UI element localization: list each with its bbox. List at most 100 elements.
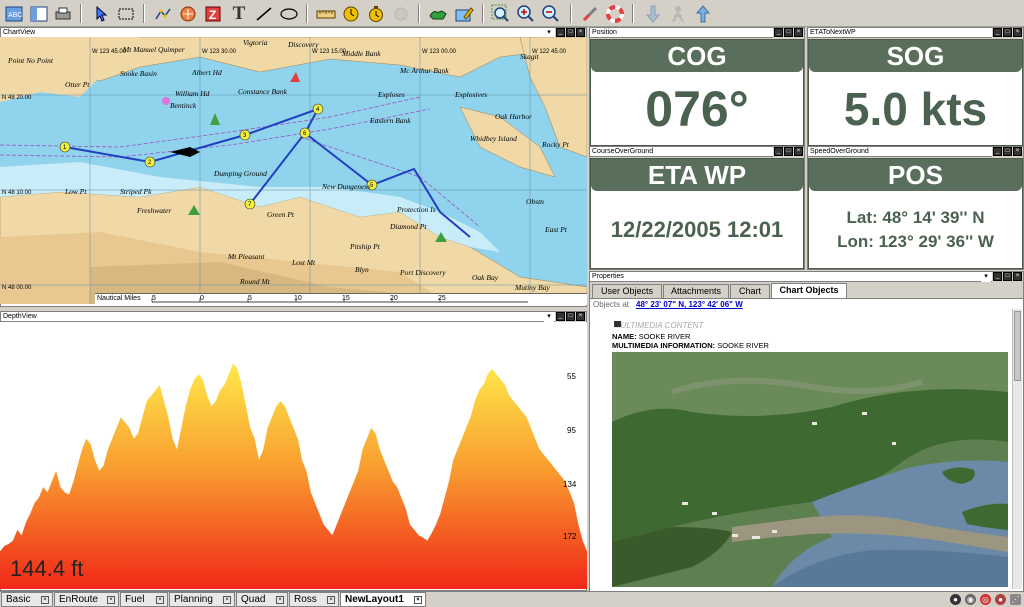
layout-tab-ross[interactable]: Ross × (289, 592, 339, 607)
scale-tick: 15 (342, 295, 350, 302)
layout-tab-fuel[interactable]: Fuel × (120, 592, 168, 607)
layout-tab-enroute[interactable]: EnRoute × (54, 592, 119, 607)
pointer-icon[interactable] (90, 3, 112, 25)
line-icon[interactable] (253, 3, 275, 25)
close-icon[interactable]: × (414, 596, 422, 604)
minimize-icon[interactable]: _ (774, 28, 783, 37)
main-toolbar: ABC Z T (0, 0, 1024, 27)
sooke-river-photo (612, 352, 1008, 587)
svg-text:Mt Manuel Quimper: Mt Manuel Quimper (122, 45, 185, 54)
alarm-icon[interactable]: ◎ (980, 594, 991, 605)
maximize-icon[interactable]: □ (1003, 272, 1012, 281)
tab-attachments[interactable]: Attachments (663, 284, 729, 298)
name-label: NAME: (612, 332, 637, 341)
eta-value: 12/22/2005 12:01 (610, 216, 784, 242)
svg-text:Eastern Bank: Eastern Bank (369, 116, 411, 125)
panel-controls: _ □ × (773, 147, 804, 157)
stopwatch-icon[interactable] (365, 3, 387, 25)
layout-tab-label: Planning (174, 594, 213, 605)
print-icon[interactable] (52, 3, 74, 25)
close-icon[interactable]: × (156, 596, 164, 604)
zoom-in-icon[interactable] (515, 3, 537, 25)
svg-text:Obstn: Obstn (526, 197, 544, 206)
navigate-icon[interactable] (177, 3, 199, 25)
close-icon[interactable]: × (41, 596, 49, 604)
layout-tab-newlayout1[interactable]: NewLayout1 × (340, 592, 426, 607)
chevron-down-icon[interactable]: ▾ (544, 312, 554, 322)
layout-tab-planning[interactable]: Planning × (169, 592, 235, 607)
svg-text:Port Discovery: Port Discovery (399, 268, 446, 277)
scrollbar-thumb[interactable] (1014, 311, 1021, 381)
close-icon[interactable]: × (276, 596, 284, 604)
eta-label: ETA WP (591, 159, 803, 191)
maximize-icon[interactable]: □ (1003, 147, 1012, 156)
scale-tick: 10 (294, 295, 302, 302)
scale-tick: 25 (438, 295, 446, 302)
person-icon[interactable] (667, 3, 689, 25)
maximize-icon[interactable]: □ (784, 28, 793, 37)
minimize-icon[interactable]: _ (774, 147, 783, 156)
life-ring-icon[interactable] (604, 3, 626, 25)
svg-text:W 123 45.00: W 123 45.00 (92, 49, 127, 55)
select-rectangle-icon[interactable] (115, 3, 137, 25)
close-icon[interactable]: × (1013, 272, 1022, 281)
close-icon[interactable]: × (576, 28, 585, 37)
maximize-icon[interactable]: □ (784, 147, 793, 156)
close-icon[interactable]: × (1013, 28, 1022, 37)
layout-icon[interactable] (28, 3, 50, 25)
arrow-up-icon[interactable] (692, 3, 714, 25)
abc-icon[interactable]: ABC (3, 3, 25, 25)
gps-status-icon[interactable]: ● (950, 594, 961, 605)
minimize-icon[interactable]: _ (556, 28, 565, 37)
edit-map-icon[interactable] (453, 3, 475, 25)
info-row: MULTIMEDIA INFORMATION: SOOKE RIVER (612, 341, 769, 350)
close-icon[interactable]: × (794, 28, 803, 37)
route-icon[interactable] (152, 3, 174, 25)
chevron-down-icon[interactable]: ▾ (981, 272, 991, 282)
tab-chart-objects[interactable]: Chart Objects (771, 283, 847, 298)
layout-tab-quad[interactable]: Quad × (236, 592, 288, 607)
svg-text:Protection Is: Protection Is (396, 205, 436, 214)
arrow-down-icon[interactable] (642, 3, 664, 25)
signal-icon[interactable]: ◉ (965, 594, 976, 605)
minimize-icon[interactable]: _ (556, 312, 565, 321)
zoom-box-icon[interactable] (490, 3, 512, 25)
text-icon[interactable]: T (228, 3, 250, 25)
clock-icon[interactable] (340, 3, 362, 25)
depth-view-title: DepthView (1, 312, 586, 322)
close-icon[interactable]: × (327, 596, 335, 604)
tab-chart[interactable]: Chart (730, 284, 770, 298)
maximize-icon[interactable]: □ (566, 312, 575, 321)
maximize-icon[interactable]: □ (566, 28, 575, 37)
panel-controls: _ □ × (555, 312, 586, 322)
ruler-icon[interactable] (315, 3, 337, 25)
world-icon[interactable] (427, 3, 449, 25)
objects-at-link[interactable]: 48° 23' 07" N, 123° 42' 06" W (636, 300, 743, 309)
svg-text:Middle Bank: Middle Bank (341, 49, 381, 58)
depth-scale-label: 172 (563, 532, 577, 541)
minimize-icon[interactable]: _ (993, 147, 1002, 156)
zoom-out-icon[interactable] (540, 3, 562, 25)
svg-text:New Dungeness: New Dungeness (321, 182, 370, 191)
close-icon[interactable]: × (576, 312, 585, 321)
sog-value: 5.0 kts (843, 82, 988, 135)
vertical-scrollbar[interactable] (1012, 309, 1022, 589)
link-icon[interactable] (580, 3, 602, 25)
pos-lat: Lat: 48° 14' 39'' N (846, 207, 985, 227)
svg-text:W 123 30.00: W 123 30.00 (202, 49, 237, 55)
svg-text:Otter Pt: Otter Pt (65, 80, 90, 89)
close-icon[interactable]: × (794, 147, 803, 156)
minimize-icon[interactable]: _ (993, 28, 1002, 37)
minimize-icon[interactable]: _ (993, 272, 1002, 281)
scale-tick: 5 (152, 295, 156, 302)
close-icon[interactable]: × (1013, 147, 1022, 156)
zoom-z-icon[interactable]: Z (202, 3, 224, 25)
nautical-chart-map[interactable]: 123 4675 Point No Point Mt Manuel Quimpe… (0, 37, 587, 304)
tab-user-objects[interactable]: User Objects (592, 284, 662, 298)
layout-tab-basic[interactable]: Basic × (1, 592, 53, 607)
record-icon[interactable]: ● (995, 594, 1006, 605)
ellipse-icon[interactable] (278, 3, 300, 25)
close-icon[interactable]: × (223, 596, 231, 604)
close-icon[interactable]: × (107, 596, 115, 604)
maximize-icon[interactable]: □ (1003, 28, 1012, 37)
